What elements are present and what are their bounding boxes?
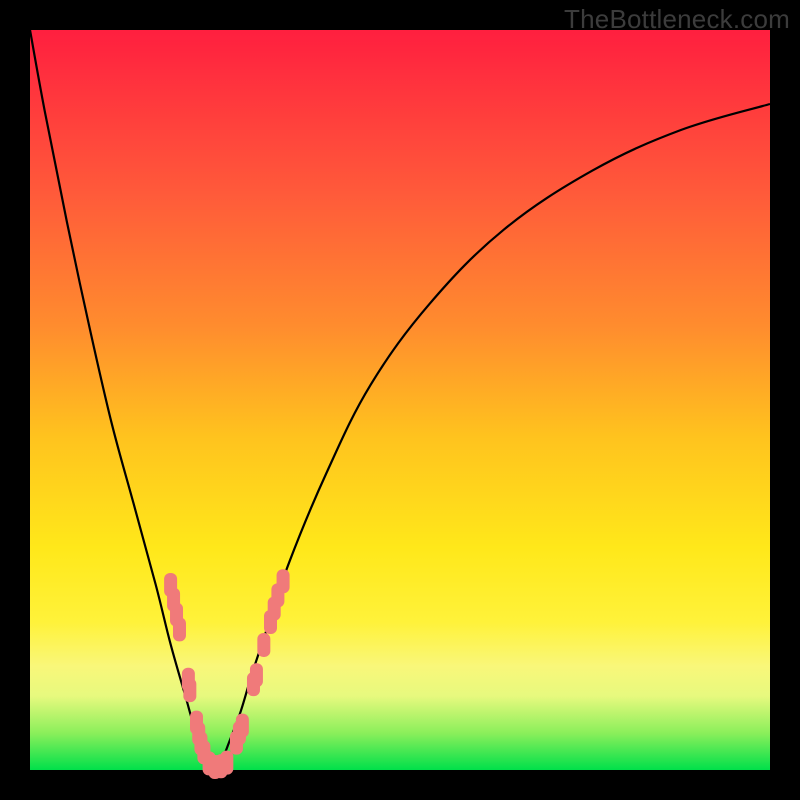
highlight-marker [257, 633, 270, 657]
highlight-marker [250, 663, 263, 687]
curve-right-branch [215, 104, 770, 770]
highlight-marker [236, 714, 249, 738]
plot-area [30, 30, 770, 770]
chart-svg [30, 30, 770, 770]
highlight-marker [277, 569, 290, 593]
highlight-marker [183, 678, 196, 702]
outer-frame: TheBottleneck.com [0, 0, 800, 800]
highlight-marker [220, 751, 233, 775]
highlight-marker [173, 617, 186, 641]
curve-left-branch [30, 30, 215, 770]
